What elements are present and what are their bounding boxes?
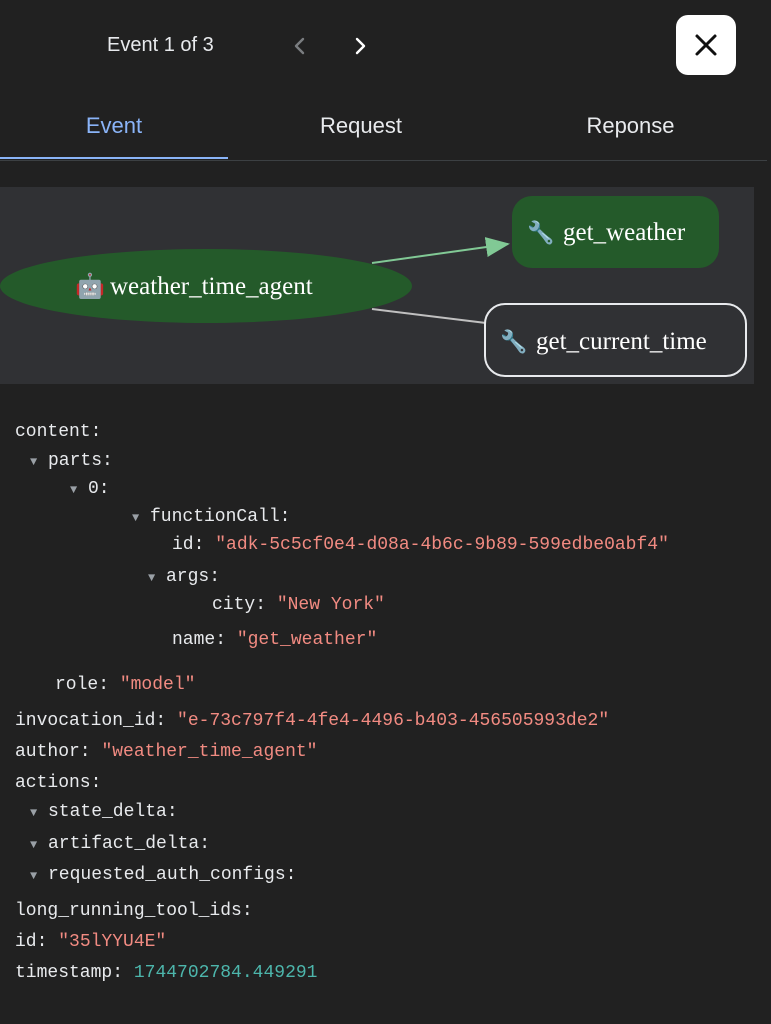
json-row-role: role: "model" bbox=[55, 675, 196, 695]
collapse-toggle[interactable]: ▼ bbox=[70, 479, 88, 501]
event-counter: Event 1 of 3 bbox=[107, 34, 214, 56]
tab-response[interactable]: Reponse bbox=[494, 92, 767, 160]
collapse-toggle[interactable]: ▼ bbox=[30, 451, 48, 473]
json-row-actions: actions: bbox=[15, 773, 102, 793]
tool-node-get-weather[interactable]: 🔧 get_weather bbox=[512, 196, 719, 268]
json-row-args: ▼ args: bbox=[148, 567, 221, 589]
agent-node-icon: 🤖 bbox=[75, 272, 105, 300]
agent-node-label: weather_time_agent bbox=[110, 273, 313, 300]
tab-request[interactable]: Request bbox=[228, 92, 494, 160]
active-tab-indicator bbox=[0, 157, 228, 159]
json-row-content: content: bbox=[15, 422, 102, 442]
close-button[interactable] bbox=[676, 15, 736, 75]
chevron-right-icon bbox=[355, 37, 366, 55]
close-icon bbox=[695, 34, 717, 56]
previous-event-button[interactable] bbox=[285, 30, 315, 62]
json-row-function-call: ▼ functionCall: bbox=[132, 507, 291, 529]
json-row-part-0: ▼ 0: bbox=[70, 479, 110, 501]
agent-node[interactable]: 🤖 weather_time_agent bbox=[0, 249, 412, 323]
json-row-name: name: "get_weather" bbox=[172, 630, 378, 650]
event-header: Event 1 of 3 bbox=[0, 0, 771, 92]
collapse-toggle[interactable]: ▼ bbox=[30, 834, 48, 856]
chevron-left-icon bbox=[294, 37, 305, 55]
json-row-long-running-tool-ids: long_running_tool_ids: bbox=[15, 901, 253, 921]
edge-agent-to-get-weather bbox=[371, 237, 510, 264]
wrench-icon: 🔧 bbox=[500, 328, 527, 354]
json-row-author: author: "weather_time_agent" bbox=[15, 742, 318, 762]
tool-node-label: get_weather bbox=[563, 219, 686, 246]
json-row-parts: ▼ parts: bbox=[30, 451, 113, 473]
json-row-invocation-id: invocation_id: "e-73c797f4-4fe4-4496-b40… bbox=[15, 711, 610, 731]
collapse-toggle[interactable]: ▼ bbox=[132, 507, 150, 529]
wrench-icon: 🔧 bbox=[527, 219, 554, 245]
json-row-requested-auth-configs: ▼ requested_auth_configs: bbox=[30, 865, 297, 887]
collapse-toggle[interactable]: ▼ bbox=[30, 802, 48, 824]
next-event-button[interactable] bbox=[345, 30, 375, 62]
json-row-function-call-id: id: "adk-5c5cf0e4-d08a-4b6c-9b89-599edbe… bbox=[172, 535, 669, 555]
json-row-artifact-delta: ▼ artifact_delta: bbox=[30, 834, 211, 856]
tab-event[interactable]: Event bbox=[0, 92, 228, 160]
tool-node-label: get_current_time bbox=[536, 328, 707, 355]
json-row-city: city: "New York" bbox=[212, 595, 385, 615]
edge-agent-to-get-current-time bbox=[371, 308, 487, 324]
json-row-timestamp: timestamp: 1744702784.449291 bbox=[15, 963, 318, 983]
json-row-id: id: "35lYYU4E" bbox=[15, 932, 167, 952]
collapse-toggle[interactable]: ▼ bbox=[148, 567, 166, 589]
tab-bar: Event Request Reponse bbox=[0, 92, 767, 161]
collapse-toggle[interactable]: ▼ bbox=[30, 865, 48, 887]
json-row-state-delta: ▼ state_delta: bbox=[30, 802, 178, 824]
tool-node-get-current-time[interactable]: 🔧 get_current_time bbox=[484, 303, 747, 377]
agent-graph: 🤖 weather_time_agent 🔧 get_weather 🔧 get… bbox=[0, 187, 754, 384]
